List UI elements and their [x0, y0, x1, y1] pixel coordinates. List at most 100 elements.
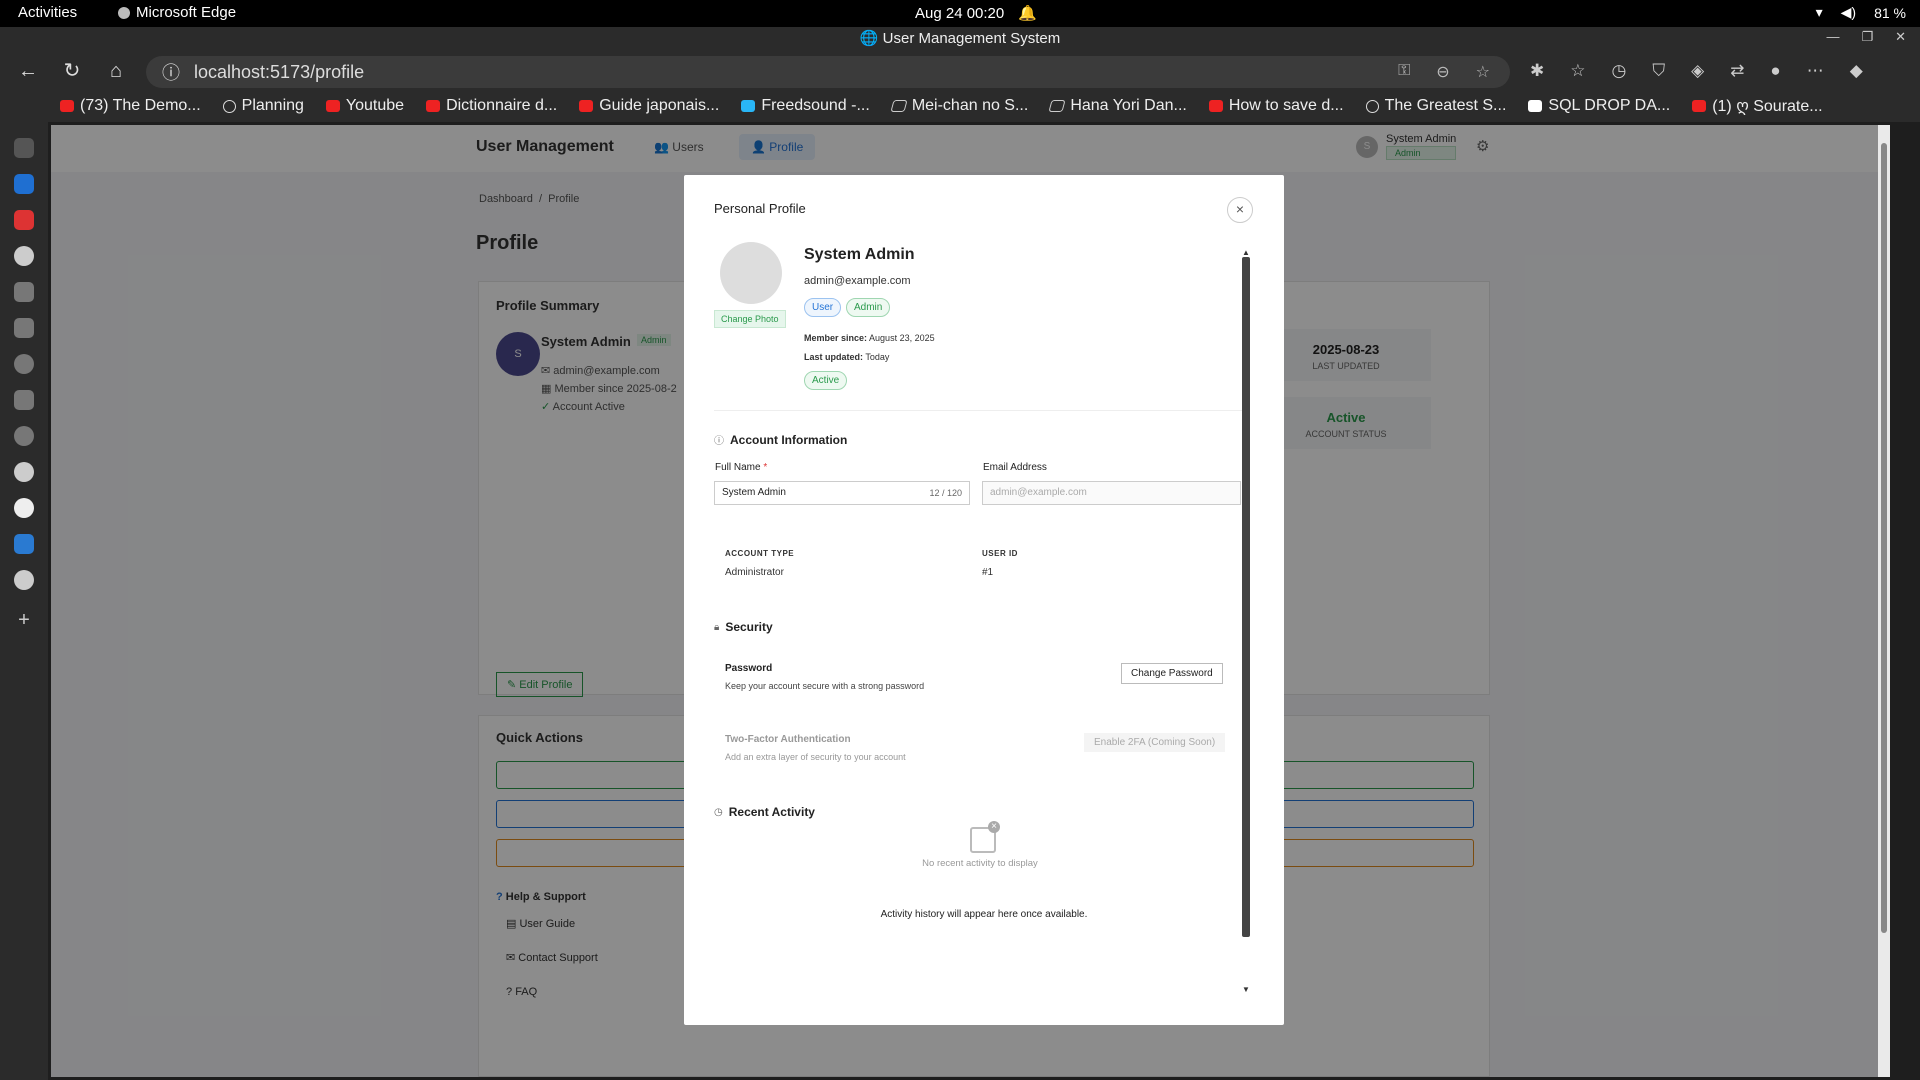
- add-icon[interactable]: +: [14, 610, 34, 630]
- address-bar[interactable]: ⓘ localhost:5173/profile ⚿ ⊖ ☆: [146, 56, 1510, 88]
- url-text: localhost:5173/profile: [194, 61, 365, 82]
- security-title: Security: [725, 620, 773, 634]
- bookmark-icon: [579, 100, 594, 112]
- info-icon: ⓘ: [162, 63, 180, 83]
- window-title: 🌐 User Management System: [0, 27, 1920, 51]
- activity-note: Activity history will appear here once a…: [880, 909, 1088, 920]
- change-password-button[interactable]: Change Password: [1121, 663, 1223, 684]
- tfa-title: Two-Factor Authentication: [725, 734, 851, 745]
- shield-icon[interactable]: ⛉: [1652, 61, 1665, 81]
- more-icon[interactable]: ⋯: [1807, 61, 1824, 81]
- github-icon[interactable]: [14, 570, 34, 590]
- favorite-label: Youtube: [345, 97, 405, 114]
- favorite-item[interactable]: (1) ღ Sourate...: [1692, 96, 1823, 116]
- scroll-up-icon[interactable]: ▲: [1242, 248, 1250, 257]
- share-icon[interactable]: ⇄: [1730, 61, 1744, 81]
- personal-profile-modal: Personal Profile × ▲ ▼ Change Photo Syst…: [684, 175, 1284, 1025]
- nyaa-icon: [890, 100, 908, 112]
- app-icon[interactable]: [14, 354, 34, 374]
- app-name: Microsoft Edge: [136, 4, 237, 21]
- youtube-icon: [60, 100, 74, 112]
- email-input[interactable]: admin@example.com: [982, 481, 1241, 505]
- security-heading: 🔒︎ Security: [714, 620, 773, 634]
- scroll-down-icon[interactable]: ▼: [1242, 985, 1250, 994]
- youtube-icon: [1208, 100, 1223, 112]
- app-icon[interactable]: [14, 390, 34, 410]
- favorite-item[interactable]: Dictionnaire d...: [426, 97, 557, 115]
- tfa-subtitle: Add an extra layer of security to your a…: [725, 752, 906, 762]
- favorite-label: The Greatest S...: [1384, 97, 1507, 114]
- close-button[interactable]: ×: [1227, 197, 1253, 223]
- modal-title: Personal Profile: [714, 201, 806, 216]
- pdf-icon[interactable]: [14, 210, 34, 230]
- favorite-item[interactable]: SQL DROP DA...: [1528, 97, 1670, 115]
- edge-icon: [118, 6, 130, 19]
- profile-name: System Admin: [804, 246, 915, 263]
- app-icon[interactable]: [14, 282, 34, 302]
- system-tray[interactable]: ▾ ◀) 81 %: [1816, 4, 1906, 21]
- favorite-item[interactable]: The Greatest S...: [1365, 97, 1507, 115]
- star-icon[interactable]: ☆: [1476, 62, 1490, 82]
- favorite-item[interactable]: Planning: [222, 97, 304, 115]
- activities-button[interactable]: Activities: [18, 4, 77, 21]
- profile-avatar-icon[interactable]: ●: [1770, 61, 1780, 81]
- char-counter: 12 / 120: [929, 488, 962, 498]
- favorite-item[interactable]: Mei-chan no S...: [890, 97, 1028, 115]
- scrollbar-thumb[interactable]: [1881, 143, 1887, 933]
- favorite-item[interactable]: How to save d...: [1208, 97, 1344, 115]
- extensions-icon[interactable]: ✱: [1530, 61, 1544, 81]
- refresh-icon[interactable]: ↻: [60, 59, 84, 83]
- globe-icon[interactable]: [14, 498, 34, 518]
- dictionary-icon: [426, 100, 441, 112]
- modal-scrollbar[interactable]: [1242, 257, 1250, 937]
- last-updated-label: Last updated:: [804, 352, 864, 362]
- favorite-item[interactable]: (73) The Demo...: [60, 97, 201, 115]
- game-icon[interactable]: ◈: [1691, 61, 1704, 81]
- minimize-icon[interactable]: —: [1826, 29, 1839, 45]
- tabs-icon[interactable]: [14, 138, 34, 158]
- required-marker: *: [763, 462, 768, 473]
- empty-activity-text: No recent activity to display: [922, 858, 1038, 869]
- window-controls: — ❐ ✕: [1826, 29, 1906, 45]
- copilot-icon[interactable]: ◆: [1850, 61, 1863, 81]
- close-window-icon[interactable]: ✕: [1895, 29, 1906, 45]
- full-name-input[interactable]: System Admin 12 / 120: [714, 481, 970, 505]
- github-icon[interactable]: [14, 462, 34, 482]
- clock-icon: ◷: [714, 806, 723, 818]
- youtube-icon: [1692, 100, 1707, 112]
- password-title: Password: [725, 663, 773, 674]
- home-icon[interactable]: ⌂: [104, 59, 128, 83]
- sql-icon: [1528, 100, 1543, 112]
- toolbar-icons: ✱ ☆ ◷ ⛉ ◈ ⇄ ● ⋯ ◆: [1530, 61, 1863, 81]
- key-icon[interactable]: ⚿: [1398, 62, 1410, 82]
- bell-icon: 🔔: [1018, 5, 1037, 22]
- app-icon[interactable]: [14, 426, 34, 446]
- change-photo-button[interactable]: Change Photo: [714, 310, 786, 328]
- user-id-value: #1: [982, 567, 994, 578]
- member-since: Member since: August 23, 2025: [804, 333, 935, 343]
- github-icon[interactable]: [14, 246, 34, 266]
- favorite-label: Dictionnaire d...: [446, 97, 558, 114]
- outlook-icon[interactable]: [14, 174, 34, 194]
- favorites-icon[interactable]: ☆: [1570, 61, 1585, 81]
- favorite-item[interactable]: Guide japonais...: [579, 97, 719, 115]
- history-icon[interactable]: ◷: [1612, 61, 1627, 81]
- favorite-item[interactable]: Hana Yori Dan...: [1048, 97, 1187, 115]
- favorite-label: (73) The Demo...: [80, 97, 201, 114]
- profile-email: admin@example.com: [804, 275, 911, 287]
- status-badge: Active: [804, 371, 848, 390]
- datetime: Aug 24 00:20: [915, 4, 1005, 22]
- vscode-icon[interactable]: [14, 534, 34, 554]
- lock-icon: 🔒︎: [714, 621, 720, 633]
- globe-icon: [222, 99, 236, 113]
- app-icon[interactable]: [14, 318, 34, 338]
- page-scrollbar[interactable]: [1878, 125, 1890, 1077]
- favorite-label: Freedsound -...: [761, 97, 870, 114]
- clock[interactable]: Aug 24 00:20 🔔: [915, 4, 1037, 23]
- app-menu[interactable]: Microsoft Edge: [118, 4, 236, 21]
- back-icon[interactable]: ←: [16, 59, 40, 83]
- restore-icon[interactable]: ❐: [1861, 29, 1873, 45]
- favorite-item[interactable]: Freedsound -...: [741, 97, 870, 115]
- zoom-icon[interactable]: ⊖: [1436, 62, 1449, 82]
- favorite-item[interactable]: Youtube: [325, 97, 405, 115]
